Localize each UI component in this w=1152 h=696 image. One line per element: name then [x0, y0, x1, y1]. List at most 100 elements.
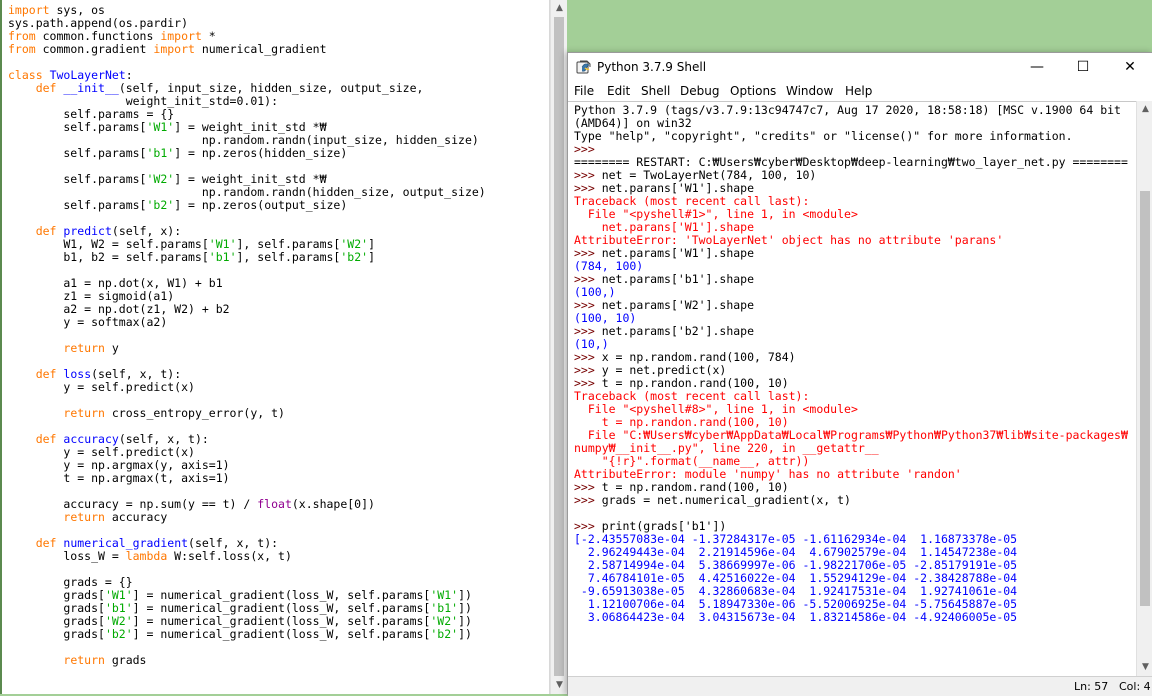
code-line-segment: numerical_gradient — [63, 536, 189, 550]
code-line-segment: 'W1' — [104, 588, 133, 602]
scroll-down-arrow-icon[interactable]: ▼ — [1137, 659, 1152, 676]
code-line-segment — [8, 406, 63, 420]
menu-shell[interactable]: Shell — [641, 84, 670, 98]
code-line-segment: predict — [63, 224, 112, 238]
shell-line-segment: net.parans['W1'].shape — [574, 220, 755, 234]
code-line-segment: * — [201, 29, 216, 43]
shell-line-segment: print(grads['b1']) — [601, 519, 727, 533]
code-line-segment: cross_entropy_error(y, t) — [104, 406, 285, 420]
code-line-segment: float — [257, 497, 292, 511]
code-line-segment: a2 = np.dot(z1, W2) + b2 — [8, 302, 230, 316]
shell-line-segment: 2.58714994e-04 5.38669997e-06 -1.9822170… — [574, 558, 1018, 572]
menu-edit[interactable]: Edit — [607, 84, 630, 98]
shell-line-segment: 3.06864423e-04 3.04315673e-04 1.83214586… — [574, 610, 1018, 624]
scrollbar-thumb[interactable] — [554, 17, 564, 676]
close-button[interactable]: ✕ — [1107, 53, 1152, 81]
code-line-segment: y = softmax(a2) — [8, 315, 168, 329]
shell-line: >>> grads = net.numerical_gradient(x, t) — [574, 494, 1128, 507]
maximize-button[interactable]: ☐ — [1060, 53, 1106, 81]
shell-line-segment: t = np.randon.rand(100, 10) — [601, 376, 789, 390]
shell-line-segment: >>> — [574, 493, 602, 507]
menu-bar: File Edit Shell Debug Options Window Hel… — [568, 81, 1152, 101]
code-line-segment: accuracy — [63, 432, 119, 446]
shell-line-segment: net.params['b1'].shape — [601, 272, 755, 286]
source-code[interactable]: import sys, os sys.path.append(os.pardir)… — [8, 4, 486, 667]
menu-help[interactable]: Help — [845, 84, 872, 98]
code-line-segment: ], self.params[ — [236, 250, 341, 264]
shell-line-segment: >>> — [574, 350, 602, 364]
code-line-segment: ]) — [458, 588, 472, 602]
shell-transcript[interactable]: Python 3.7.9 (tags/v3.7.9:13c94747c7, Au… — [574, 104, 1128, 624]
code-line-segment: common.gradient — [35, 42, 154, 56]
scroll-down-arrow-icon[interactable]: ▼ — [551, 677, 567, 694]
code-line-segment: def — [35, 536, 57, 550]
code-line-segment — [8, 653, 63, 667]
code-line-segment: loss_W = — [8, 549, 126, 563]
shell-output-area[interactable]: Python 3.7.9 (tags/v3.7.9:13c94747c7, Au… — [568, 101, 1136, 677]
shell-line-segment: 1.12100706e-04 5.18947330e-06 -5.5200692… — [574, 597, 1018, 611]
code-line-segment: y = np.argmax(y, axis=1) — [8, 458, 230, 472]
code-line-segment: numerical_gradient — [194, 42, 327, 56]
code-editor-window[interactable]: import sys, os sys.path.append(os.pardir)… — [0, 0, 567, 694]
code-line-segment: grads — [104, 653, 147, 667]
scroll-up-arrow-icon[interactable]: ▲ — [551, 0, 567, 17]
shell-line-segment: net.params['W2'].shape — [601, 298, 755, 312]
code-line-segment — [8, 510, 63, 524]
code-line-segment: import — [153, 42, 195, 56]
menu-window[interactable]: Window — [786, 84, 833, 98]
code-line-segment: return — [63, 341, 105, 355]
editor-text-area[interactable]: import sys, os sys.path.append(os.pardir)… — [0, 0, 550, 694]
minimize-button[interactable]: — — [1014, 53, 1060, 81]
menu-options[interactable]: Options — [730, 84, 776, 98]
editor-vertical-scrollbar[interactable]: ▲ ▼ — [550, 0, 567, 694]
code-line-segment: from — [8, 42, 36, 56]
code-line-segment: import — [160, 29, 202, 43]
shell-line-segment: x = np.random.rand(100, 784) — [601, 350, 796, 364]
code-line-segment: from — [8, 29, 36, 43]
code-line: grads['b2'] = numerical_gradient(loss_W,… — [8, 628, 486, 641]
code-line-segment: def — [35, 432, 57, 446]
code-line-segment: 'W1' — [208, 237, 237, 251]
code-line-segment: (self, x, t): — [118, 432, 209, 446]
shell-line: 3.06864423e-04 3.04315673e-04 1.83214586… — [574, 611, 1128, 624]
code-line-segment: lambda — [125, 549, 168, 563]
code-line-segment: ] = weight_init_std *₩ — [174, 172, 327, 186]
code-line-segment: class — [8, 68, 43, 82]
code-line-segment: (self, x, t): — [91, 367, 182, 381]
code-line-segment: : — [125, 68, 133, 82]
code-line-segment: grads[ — [8, 588, 105, 602]
shell-line-segment: AttributeError: module 'numpy' has no at… — [574, 467, 962, 481]
shell-line-segment: >>> — [574, 272, 602, 286]
code-line-segment — [8, 81, 36, 95]
python-icon — [576, 60, 591, 74]
shell-line-segment: "{!r}".format(__name__, attr)) — [574, 454, 810, 468]
shell-line-segment: File "<pyshell#8>", line 1, in <module> — [574, 402, 858, 416]
shell-line-segment: (AMD64)] on win32 — [574, 116, 692, 130]
code-line-segment: (self, input_size, hidden_size, output_s… — [118, 81, 424, 95]
menu-file[interactable]: File — [574, 84, 594, 98]
code-line-segment: grads[ — [8, 627, 105, 641]
code-line-segment: grads = {} — [8, 575, 133, 589]
shell-vertical-scrollbar[interactable]: ▲ ▼ — [1136, 101, 1152, 676]
code-line-segment: 'b1' — [146, 146, 175, 160]
title-bar[interactable]: Python 3.7.9 Shell — ☐ ✕ — [568, 53, 1152, 81]
code-line-segment: __init__ — [63, 81, 119, 95]
code-line-segment: grads[ — [8, 601, 105, 615]
shell-line-segment: 7.46784101e-05 4.42516022e-04 1.55294129… — [574, 571, 1018, 585]
code-line-segment: ] — [368, 250, 375, 264]
menu-debug[interactable]: Debug — [680, 84, 719, 98]
code-line-segment: 'W2' — [146, 172, 175, 186]
code-line-segment: TwoLayerNet — [49, 68, 126, 82]
code-line-segment: ] = np.zeros(output_size) — [174, 198, 348, 212]
shell-line-segment: [-2.43557083e-04 -1.37284317e-05 -1.6116… — [574, 532, 1018, 546]
code-line-segment: return — [63, 510, 105, 524]
code-line: return accuracy — [8, 511, 486, 524]
shell-line-segment: (784, 100) — [574, 259, 644, 273]
scrollbar-thumb[interactable] — [1140, 191, 1150, 606]
shell-line-segment: >>> — [574, 519, 602, 533]
code-line-segment: common.functions — [35, 29, 161, 43]
scroll-up-arrow-icon[interactable]: ▲ — [1137, 101, 1152, 118]
python-shell-window[interactable]: Python 3.7.9 Shell — ☐ ✕ File Edit Shell… — [567, 52, 1152, 696]
code-line-segment: t = np.argmax(t, axis=1) — [8, 471, 230, 485]
code-line-segment: (x.shape[0]) — [291, 497, 375, 511]
